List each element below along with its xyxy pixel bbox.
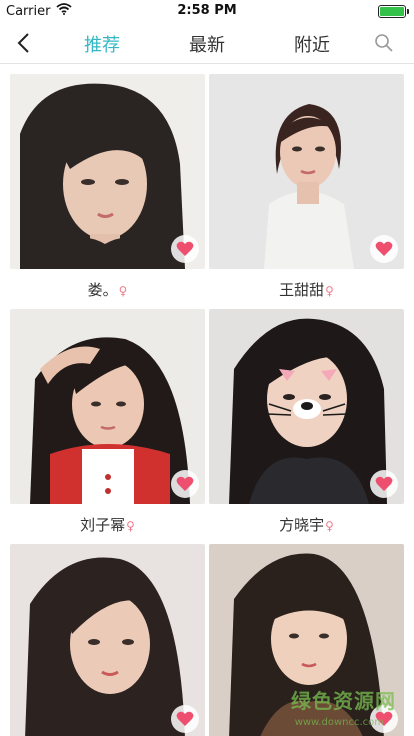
like-button[interactable] [171, 235, 199, 263]
chevron-left-icon [17, 33, 29, 53]
watermark-logo: 绿色资源网 [291, 689, 396, 713]
profile-photo[interactable] [209, 74, 404, 269]
search-icon [375, 34, 393, 52]
female-icon: ♀ [118, 284, 128, 298]
heart-icon [176, 241, 194, 256]
profile-card[interactable]: 娄。♀ [10, 74, 205, 299]
profile-photo[interactable] [10, 309, 205, 504]
profile-name: 方晓宇♀ [209, 514, 404, 535]
top-nav: 推荐 最新 附近 [0, 22, 414, 64]
profile-card[interactable]: 方晓宇♀ [209, 309, 404, 534]
back-button[interactable] [12, 30, 34, 56]
status-time: 2:58 PM [177, 3, 237, 18]
profile-card[interactable]: 刘子幂♀ [10, 309, 205, 534]
tab-nearby[interactable]: 附近 [294, 31, 330, 57]
profile-card[interactable] [10, 544, 205, 736]
tab-latest[interactable]: 最新 [189, 31, 225, 57]
profile-photo[interactable] [209, 309, 404, 504]
heart-icon [375, 241, 393, 256]
female-icon: ♀ [325, 284, 334, 298]
profile-name: 刘子幂♀ [10, 514, 205, 535]
heart-icon [375, 476, 393, 491]
profile-photo[interactable] [10, 544, 205, 736]
profile-name-text: 娄。 [87, 281, 118, 299]
profile-photo[interactable] [10, 74, 205, 269]
heart-icon [176, 476, 194, 491]
like-button[interactable] [370, 235, 398, 263]
profile-name: 娄。♀ [10, 279, 205, 300]
like-button[interactable] [370, 470, 398, 498]
profile-name: 王甜甜♀ [209, 279, 404, 300]
female-icon: ♀ [126, 519, 135, 533]
battery-icon [378, 5, 409, 18]
profile-name-text: 方晓宇 [279, 516, 325, 534]
search-button[interactable] [374, 33, 394, 53]
profile-name-text: 王甜甜 [279, 281, 325, 299]
heart-icon [176, 711, 194, 726]
tab-recommended[interactable]: 推荐 [84, 31, 120, 57]
watermark-url: www.downcc.com [294, 717, 384, 728]
status-bar: Carrier 2:58 PM [0, 0, 414, 22]
female-icon: ♀ [325, 519, 334, 533]
profile-name-text: 刘子幂 [80, 516, 126, 534]
profile-card[interactable]: 王甜甜♀ [209, 74, 404, 299]
like-button[interactable] [171, 705, 199, 733]
like-button[interactable] [171, 470, 199, 498]
profile-grid: 娄。♀ 王甜甜♀ 刘子幂♀ 方晓宇♀ [0, 64, 414, 736]
